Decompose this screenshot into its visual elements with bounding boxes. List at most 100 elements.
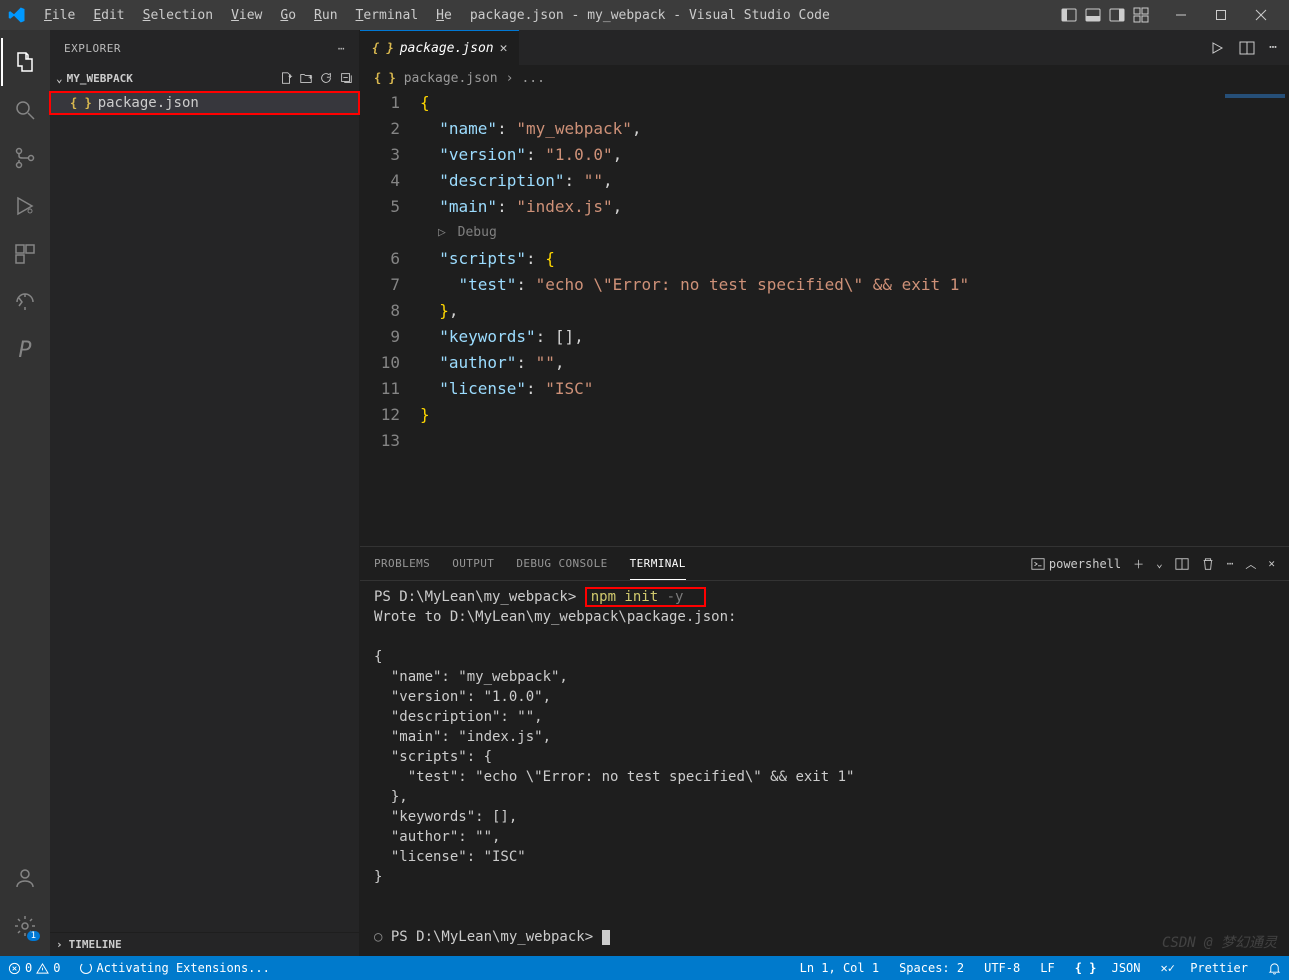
editor-group: { } package.json ✕ ⋯ { } package.json › … (360, 30, 1289, 956)
status-activating[interactable]: Activating Extensions... (75, 961, 274, 975)
collapse-all-icon[interactable] (339, 71, 353, 85)
status-cursor-position[interactable]: Ln 1, Col 1 (795, 961, 884, 975)
file-tree-item[interactable]: { } package.json (49, 91, 360, 115)
sidebar-more-icon[interactable]: ⋯ (338, 42, 345, 55)
code-line[interactable]: 12} (360, 402, 1289, 428)
bottom-panel: PROBLEMS OUTPUT DEBUG CONSOLE TERMINAL p… (360, 546, 1289, 956)
status-indentation[interactable]: Spaces: 2 (894, 961, 969, 975)
new-folder-icon[interactable] (299, 71, 313, 85)
menu-item[interactable]: Selection (135, 4, 221, 27)
remote-view-icon[interactable] (1, 278, 49, 326)
titlebar: FileEditSelectionViewGoRunTerminalHe pac… (0, 0, 1289, 30)
menu-item[interactable]: Terminal (348, 4, 427, 27)
line-number: 11 (360, 376, 420, 402)
panel-tab-debug-console[interactable]: DEBUG CONSOLE (516, 548, 607, 579)
run-debug-view-icon[interactable] (1, 182, 49, 230)
terminal-dropdown-icon[interactable]: ⌄ (1156, 557, 1163, 570)
file-name: package.json (98, 95, 199, 111)
panel-tab-output[interactable]: OUTPUT (452, 548, 494, 579)
menu-item[interactable]: Run (306, 4, 345, 27)
toggle-panel-bottom-icon[interactable] (1085, 7, 1101, 23)
code-line[interactable]: 7 "test": "echo \"Error: no test specifi… (360, 272, 1289, 298)
line-number: 6 (360, 246, 420, 272)
search-view-icon[interactable] (1, 86, 49, 134)
code-line[interactable]: 4 "description": "", (360, 168, 1289, 194)
terminal-output[interactable]: PS D:\MyLean\my_webpack> npm init -y Wro… (360, 581, 1289, 956)
status-errors[interactable]: 0 0 (3, 961, 65, 975)
chevron-down-icon[interactable]: ⌄ (56, 72, 63, 85)
code-line[interactable]: 8 }, (360, 298, 1289, 324)
menu-item[interactable]: Edit (85, 4, 132, 27)
line-number: 3 (360, 142, 420, 168)
close-panel-icon[interactable]: ✕ (1268, 557, 1275, 570)
code-line[interactable]: 10 "author": "", (360, 350, 1289, 376)
panel-more-icon[interactable]: ⋯ (1227, 557, 1234, 570)
code-line[interactable]: 2 "name": "my_webpack", (360, 116, 1289, 142)
line-number: 9 (360, 324, 420, 350)
refresh-icon[interactable] (319, 71, 333, 85)
json-file-icon: { } (70, 96, 92, 110)
menu-item[interactable]: He (428, 4, 460, 27)
panel-tab-problems[interactable]: PROBLEMS (374, 548, 430, 579)
sidebar-explorer: EXPLORER ⋯ ⌄ MY_WEBPACK { } package.json… (50, 30, 360, 956)
code-line[interactable]: 3 "version": "1.0.0", (360, 142, 1289, 168)
run-file-icon[interactable] (1209, 40, 1225, 56)
close-tab-icon[interactable]: ✕ (500, 41, 508, 56)
code-line[interactable]: 5 "main": "index.js", (360, 194, 1289, 220)
maximize-panel-icon[interactable]: ︿ (1245, 556, 1256, 572)
line-number: 5 (360, 194, 420, 220)
breadcrumb-separator: › (506, 71, 514, 86)
status-prettier[interactable]: ✕✓ Prettier (1156, 961, 1253, 975)
minimize-button[interactable] (1161, 0, 1201, 30)
new-terminal-icon[interactable]: ＋ (1133, 556, 1144, 572)
line-number: 4 (360, 168, 420, 194)
new-file-icon[interactable] (279, 71, 293, 85)
debug-codelens[interactable]: Debug (360, 220, 1289, 246)
timeline-section[interactable]: › TIMELINE (50, 932, 359, 956)
explorer-view-icon[interactable] (1, 38, 49, 86)
maximize-button[interactable] (1201, 0, 1241, 30)
menu-item[interactable]: View (223, 4, 270, 27)
accounts-icon[interactable] (1, 854, 49, 902)
terminal-shell-label[interactable]: powershell (1031, 557, 1121, 571)
minimap[interactable] (1225, 94, 1285, 134)
status-encoding[interactable]: UTF-8 (979, 961, 1025, 975)
breadcrumb[interactable]: { } package.json › ... (360, 66, 1289, 90)
timeline-label: TIMELINE (69, 938, 122, 951)
code-editor[interactable]: 1{2 "name": "my_webpack",3 "version": "1… (360, 90, 1289, 546)
close-window-button[interactable] (1241, 0, 1281, 30)
line-number: 1 (360, 90, 420, 116)
code-line[interactable]: 1{ (360, 90, 1289, 116)
split-editor-icon[interactable] (1239, 40, 1255, 56)
line-number: 10 (360, 350, 420, 376)
split-terminal-icon[interactable] (1175, 557, 1189, 571)
code-line[interactable]: 9 "keywords": [], (360, 324, 1289, 350)
settings-gear-icon[interactable]: 1 (1, 902, 49, 950)
panel-tab-terminal[interactable]: TERMINAL (630, 548, 686, 580)
customize-layout-icon[interactable] (1133, 7, 1149, 23)
kill-terminal-icon[interactable] (1201, 557, 1215, 571)
menu-item[interactable]: File (36, 4, 83, 27)
status-eol[interactable]: LF (1035, 961, 1059, 975)
code-line[interactable]: 11 "license": "ISC" (360, 376, 1289, 402)
layout-controls (1061, 7, 1149, 23)
status-language[interactable]: { } JSON (1070, 961, 1146, 975)
code-line[interactable]: 13 (360, 428, 1289, 454)
chevron-right-icon: › (56, 938, 63, 951)
source-control-view-icon[interactable] (1, 134, 49, 182)
extensions-view-icon[interactable] (1, 230, 49, 278)
activity-bar: P 1 (0, 30, 50, 956)
folder-name[interactable]: MY_WEBPACK (67, 72, 133, 85)
status-bar: 0 0 Activating Extensions... Ln 1, Col 1… (0, 956, 1289, 980)
status-notifications-icon[interactable] (1263, 962, 1286, 975)
code-line[interactable]: 6 "scripts": { (360, 246, 1289, 272)
editor-more-icon[interactable]: ⋯ (1269, 40, 1277, 55)
settings-badge: 1 (27, 931, 40, 941)
prettier-view-icon[interactable]: P (1, 326, 49, 374)
json-file-icon: { } (372, 41, 394, 55)
menu-item[interactable]: Go (272, 4, 304, 27)
toggle-panel-right-icon[interactable] (1109, 7, 1125, 23)
tab-package-json[interactable]: { } package.json ✕ (360, 30, 519, 65)
toggle-panel-left-icon[interactable] (1061, 7, 1077, 23)
sidebar-title: EXPLORER (64, 42, 121, 55)
